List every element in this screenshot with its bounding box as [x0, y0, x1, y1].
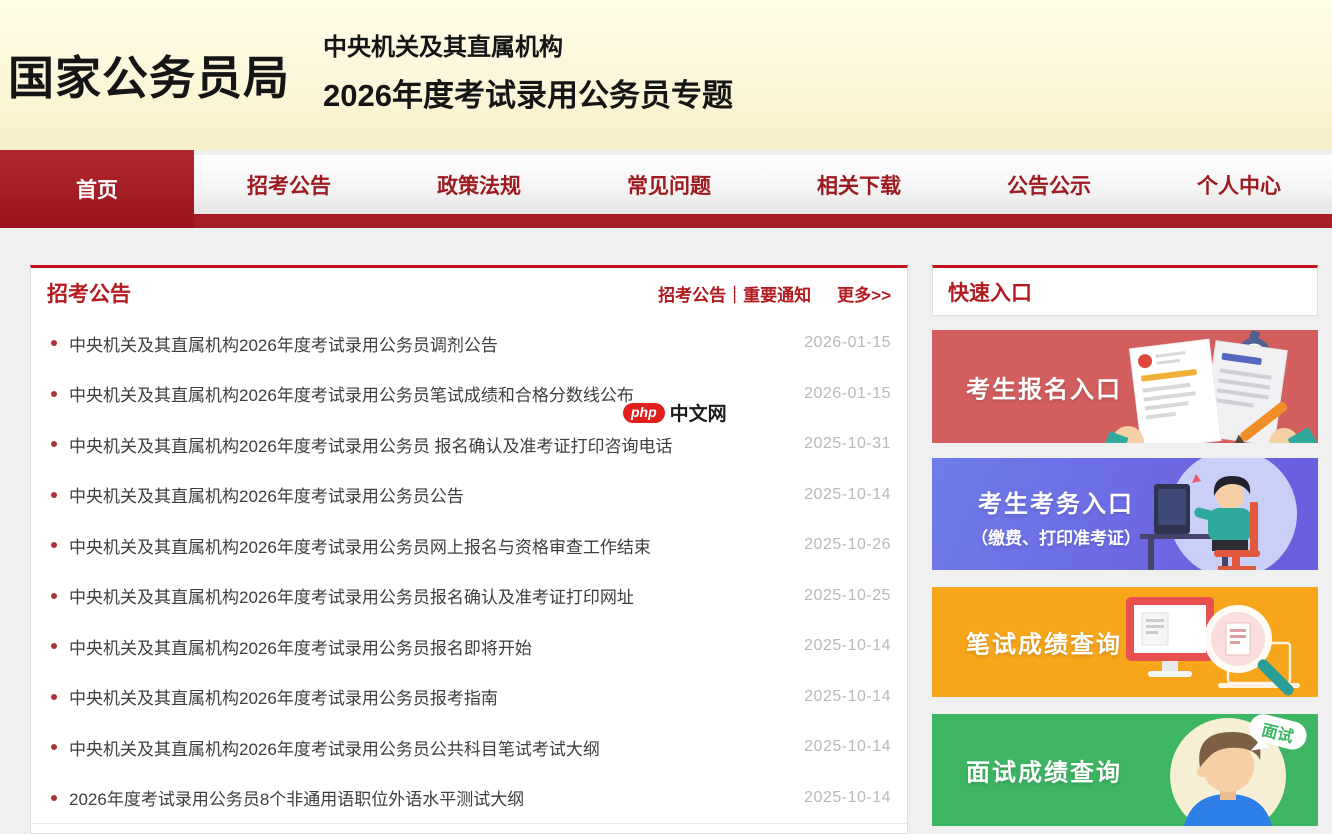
item-date: 2025-10-14: [804, 637, 891, 655]
announcement-item[interactable]: 中央机关及其直属机构2026年度考试录用公务员报名确认及准考证打印网址 2025…: [47, 571, 891, 622]
site-logo[interactable]: 国家公务员局: [8, 42, 290, 108]
written-score-illustration: [1108, 587, 1318, 697]
banner-registration-entry[interactable]: 考生报名入口: [932, 330, 1318, 443]
announcement-link[interactable]: 中央机关及其直属机构2026年度考试录用公务员网上报名与资格审查工作结束: [69, 533, 651, 558]
banner-label: 笔试成绩查询: [966, 625, 1122, 660]
bullet-icon: [51, 694, 57, 700]
nav-tab-personal-center[interactable]: 个人中心: [1144, 155, 1332, 214]
quick-entry-panel: 快速入口: [932, 265, 1318, 316]
announcement-item[interactable]: 中央机关及其直属机构2026年度考试录用公务员调剂公告 2026-01-15: [47, 318, 891, 369]
php-logo-icon: php: [623, 403, 665, 423]
nav-tab-faq[interactable]: 常见问题: [574, 155, 764, 214]
announcement-item[interactable]: 中央机关及其直属机构2026年度考试录用公务员报名即将开始 2025-10-14: [47, 621, 891, 672]
nav-tab-announcements[interactable]: 招考公告: [194, 155, 384, 214]
banner-exam-affairs-entry[interactable]: 考生考务入口 （缴费、打印准考证）: [932, 458, 1318, 570]
item-date: 2026-01-15: [804, 385, 891, 403]
item-date: 2026-01-15: [804, 334, 891, 352]
bullet-icon: [51, 795, 57, 801]
announcement-item[interactable]: 中央机关及其直属机构2026年度考试录用公务员公共科目笔试考试大纲 2025-1…: [47, 722, 891, 773]
item-date: 2025-10-31: [804, 435, 891, 453]
bullet-icon: [51, 340, 57, 346]
announcement-link[interactable]: 中央机关及其直属机构2026年度考试录用公务员笔试成绩和合格分数线公布: [69, 381, 634, 406]
item-date: 2025-10-25: [804, 587, 891, 605]
announcements-panel: 招考公告 招考公告｜重要通知 更多>> 中央机关及其直属机构2026年度考试录用…: [30, 265, 908, 834]
announcement-link[interactable]: 2026年度考试录用公务员8个非通用语职位外语水平测试大纲: [69, 785, 524, 810]
page-title: 2026年度考试录用公务员专题: [323, 70, 733, 115]
item-date: 2025-10-14: [804, 486, 891, 504]
announcement-link[interactable]: 中央机关及其直属机构2026年度考试录用公务员 报名确认及准考证打印咨询电话: [69, 432, 673, 457]
announcement-link[interactable]: 中央机关及其直属机构2026年度考试录用公务员调剂公告: [69, 331, 498, 356]
announcement-item[interactable]: 中央机关及其直属机构2026年度考试录用公务员报考指南 2025-10-14: [47, 672, 891, 723]
nav-tab-home[interactable]: 首页: [0, 150, 194, 228]
site-header: 国家公务员局 中央机关及其直属机构 2026年度考试录用公务员专题: [0, 0, 1332, 150]
panel-meta: 招考公告｜重要通知 更多>>: [658, 281, 891, 306]
banner-label: 考生报名入口: [966, 369, 1122, 404]
interview-score-illustration: 面试: [1128, 714, 1318, 826]
bullet-icon: [51, 391, 57, 397]
announcement-item[interactable]: 中央机关及其直属机构2026年度考试录用公务员 报名确认及准考证打印咨询电话 2…: [47, 419, 891, 470]
item-date: 2025-10-14: [804, 789, 891, 807]
item-date: 2025-10-14: [804, 738, 891, 756]
header-subtitle: 中央机关及其直属机构: [323, 27, 563, 62]
announcement-item[interactable]: 中央机关及其直属机构2026年度考试录用公务员公告 2025-10-14: [47, 470, 891, 521]
panel-title: 招考公告: [47, 278, 131, 308]
watermark-text: 中文网: [670, 399, 727, 426]
php-watermark: php 中文网: [623, 399, 727, 426]
bullet-icon: [51, 542, 57, 548]
bullet-icon: [51, 643, 57, 649]
nav-tab-policies[interactable]: 政策法规: [384, 155, 574, 214]
bullet-icon: [51, 441, 57, 447]
nav-tab-downloads[interactable]: 相关下载: [764, 155, 954, 214]
nav-red-strip: [0, 214, 1332, 228]
more-link[interactable]: 更多>>: [837, 281, 891, 306]
bullet-icon: [51, 492, 57, 498]
banner-label: 考生考务入口 （缴费、打印准考证）: [932, 484, 1180, 549]
announcement-link[interactable]: 中央机关及其直属机构2026年度考试录用公务员公共科目笔试考试大纲: [69, 735, 600, 760]
announcement-link[interactable]: 中央机关及其直属机构2026年度考试录用公务员报名确认及准考证打印网址: [69, 583, 634, 608]
item-date: 2025-10-26: [804, 536, 891, 554]
nav-tabs: 首页 招考公告 政策法规 常见问题 相关下载 公告公示 个人中心: [0, 155, 1332, 214]
panel-subtabs[interactable]: 招考公告｜重要通知: [658, 281, 811, 306]
announcement-item[interactable]: 2026年度考试录用公务员8个非通用语职位外语水平测试大纲 2025-10-14: [47, 773, 891, 824]
announcement-link[interactable]: 中央机关及其直属机构2026年度考试录用公务员报考指南: [69, 684, 498, 709]
banner-label: 面试成绩查询: [966, 753, 1122, 788]
banner-written-score-query[interactable]: 笔试成绩查询: [932, 587, 1318, 697]
quick-entry-title: 快速入口: [948, 277, 1032, 307]
bullet-icon: [51, 744, 57, 750]
page: 国家公务员局 中央机关及其直属机构 2026年度考试录用公务员专题 首页 招考公…: [0, 0, 1332, 834]
announcement-list: 中央机关及其直属机构2026年度考试录用公务员调剂公告 2026-01-15 中…: [31, 318, 907, 824]
announcement-link[interactable]: 中央机关及其直属机构2026年度考试录用公务员报名即将开始: [69, 634, 532, 659]
announcement-item[interactable]: 中央机关及其直属机构2026年度考试录用公务员网上报名与资格审查工作结束 202…: [47, 520, 891, 571]
bullet-icon: [51, 593, 57, 599]
banner-interview-score-query[interactable]: 面试 面试成绩查询: [932, 714, 1318, 826]
item-date: 2025-10-14: [804, 688, 891, 706]
announcement-item[interactable]: 中央机关及其直属机构2026年度考试录用公务员笔试成绩和合格分数线公布 2026…: [47, 369, 891, 420]
panel-header: 招考公告 招考公告｜重要通知 更多>>: [31, 268, 907, 318]
nav-tab-notices[interactable]: 公告公示: [954, 155, 1144, 214]
main-nav: 首页 招考公告 政策法规 常见问题 相关下载 公告公示 个人中心: [0, 150, 1332, 228]
announcement-link[interactable]: 中央机关及其直属机构2026年度考试录用公务员公告: [69, 482, 464, 507]
